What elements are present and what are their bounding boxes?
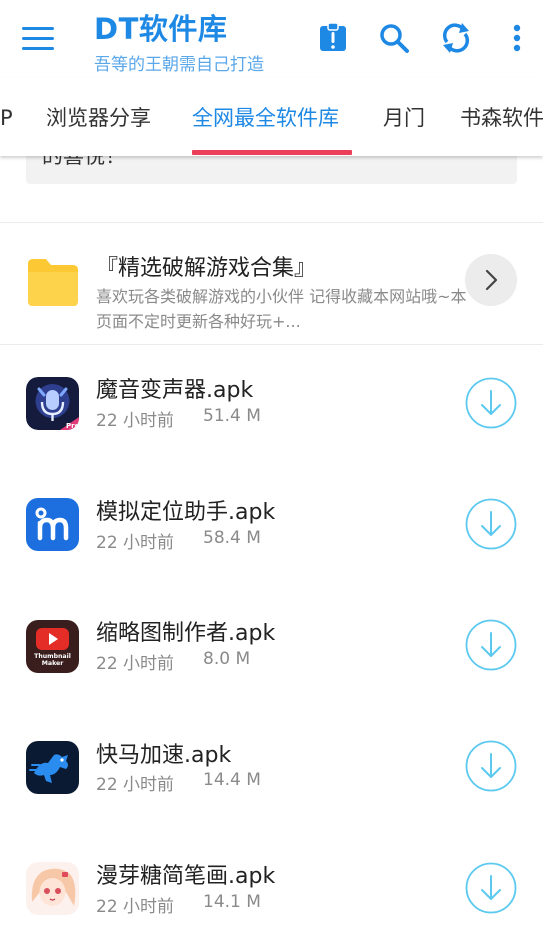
category-tabs: P 浏览器分享 全网最全软件库 月门 书森软件	[0, 78, 543, 156]
horse-accelerator-icon	[26, 741, 79, 794]
file-row[interactable]	[0, 708, 543, 829]
folder-icon	[28, 259, 78, 306]
folder-title: 『精选破解游戏合集』	[96, 256, 317, 281]
file-size: 58.4 M	[203, 528, 261, 548]
download-icon[interactable]	[465, 862, 517, 914]
file-row[interactable]	[0, 466, 543, 587]
file-name: 快马加速.apk	[96, 743, 232, 768]
tab-shusen-software[interactable]: 书森软件	[460, 78, 543, 156]
download-icon[interactable]	[465, 498, 517, 550]
anime-girl-icon	[26, 862, 79, 915]
thumbnail-label-line2: Maker	[42, 660, 64, 667]
file-time: 22 小时前	[96, 411, 175, 431]
search-icon[interactable]	[376, 20, 412, 56]
refresh-icon[interactable]	[438, 20, 474, 56]
file-time: 22 小时前	[96, 775, 175, 795]
tab-p[interactable]: P	[0, 78, 13, 156]
file-row[interactable]	[0, 830, 543, 951]
tab-yuemen[interactable]: 月门	[383, 78, 425, 156]
file-name: 魔音变声器.apk	[96, 378, 254, 403]
voice-changer-icon: Pro	[26, 377, 79, 430]
app-title: DT软件库	[94, 12, 228, 46]
file-size: 51.4 M	[203, 406, 261, 426]
app-header: DT软件库 吾等的王朝需自己打造	[0, 0, 543, 78]
app-subtitle: 吾等的王朝需自己打造	[94, 55, 264, 75]
folder-description: 喜欢玩各类破解游戏的小伙伴 记得收藏本网站哦~本页面不定时更新各种好玩+...	[96, 287, 467, 331]
tab-all-software[interactable]: 全网最全软件库	[192, 78, 339, 156]
file-size: 14.4 M	[203, 770, 261, 790]
thumbnail-label-line1: Thumbnail	[34, 653, 71, 660]
file-time: 22 小时前	[96, 897, 175, 917]
notice-icon[interactable]	[315, 20, 351, 56]
file-name: 缩略图制作者.apk	[96, 621, 276, 646]
more-vert-icon[interactable]	[499, 20, 535, 56]
file-time: 22 小时前	[96, 654, 175, 674]
file-name: 模拟定位助手.apk	[96, 500, 276, 525]
file-time: 22 小时前	[96, 533, 175, 553]
tab-indicator	[192, 150, 352, 155]
file-name: 漫芽糖简笔画.apk	[96, 864, 276, 889]
file-row[interactable]	[0, 587, 543, 708]
download-icon[interactable]	[465, 377, 517, 429]
file-row[interactable]	[0, 345, 543, 466]
download-icon[interactable]	[465, 740, 517, 792]
location-helper-icon	[26, 498, 79, 551]
file-size: 14.1 M	[203, 892, 261, 912]
download-icon[interactable]	[465, 619, 517, 671]
tab-browser-share[interactable]: 浏览器分享	[46, 78, 151, 156]
file-size: 8.0 M	[203, 649, 251, 669]
thumbnail-maker-icon: Thumbnail Maker	[26, 620, 79, 673]
menu-icon[interactable]	[22, 27, 54, 51]
chevron-right-icon[interactable]	[465, 254, 517, 306]
